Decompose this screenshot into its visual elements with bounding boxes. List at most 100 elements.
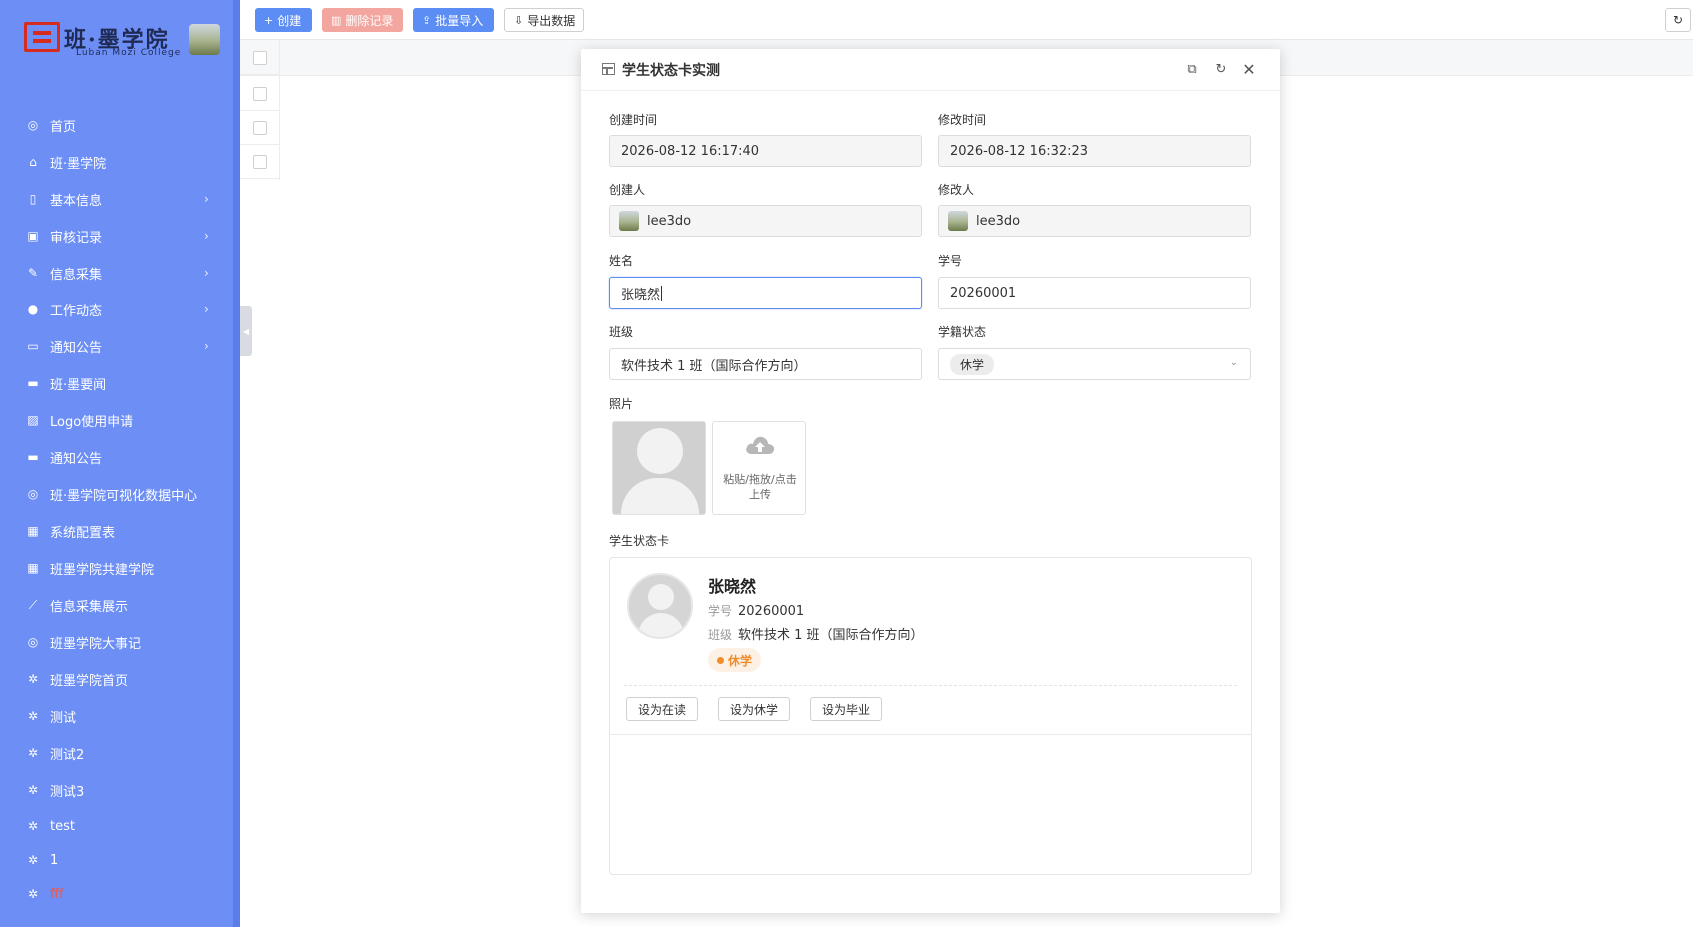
sidebar-item-label: 班·墨要闻 bbox=[50, 377, 107, 393]
select-all-checkbox[interactable] bbox=[253, 51, 267, 65]
bug-icon: ✲ bbox=[27, 819, 39, 833]
sidebar-item[interactable]: ▣ 审核记录 › bbox=[0, 219, 233, 253]
row-checkbox[interactable] bbox=[253, 121, 267, 135]
chevron-right-icon: › bbox=[204, 229, 209, 243]
avatar bbox=[627, 573, 693, 639]
name-input[interactable]: 张晓然 bbox=[609, 277, 922, 309]
set-suspended-button[interactable]: 设为休学 bbox=[718, 697, 790, 721]
image-check-icon: ▨ bbox=[27, 413, 39, 427]
sidebar-item-label: 信息采集 bbox=[50, 267, 103, 283]
sidebar-item-label: test bbox=[50, 818, 75, 834]
sidebar-item-label: 班·墨学院 bbox=[50, 156, 107, 172]
updated-at-field: 2026-08-12 16:32:23 bbox=[938, 135, 1251, 167]
delete-button[interactable]: ▥ 删除记录 bbox=[322, 8, 403, 32]
class-label: 班级 bbox=[609, 325, 634, 339]
sidebar-item[interactable]: ▬ 通知公告 bbox=[0, 440, 233, 474]
status-badge: 休学 bbox=[708, 648, 762, 672]
open-external-icon[interactable]: ⧉ bbox=[1182, 59, 1202, 79]
sidebar-item-label: 班墨学院共建学院 bbox=[50, 562, 155, 578]
sidebar-item[interactable]: ✲ 测试3 bbox=[0, 773, 233, 807]
sidebar-item[interactable]: ✎ 信息采集 › bbox=[0, 256, 233, 290]
bug-icon: ✲ bbox=[27, 783, 39, 797]
sidebar-item[interactable]: ✲ 测试2 bbox=[0, 736, 233, 770]
modifier-field: lee3do bbox=[938, 205, 1251, 237]
class-input[interactable]: 软件技术 1 班（国际合作方向） bbox=[609, 348, 922, 380]
sidebar-item-label: Logo使用申请 bbox=[50, 414, 134, 430]
sidebar-item[interactable]: ▭ 通知公告 › bbox=[0, 329, 233, 363]
sidebar: 班·墨学院 Luban Mozi College ◎ 首页 ⌂ 班·墨学院 ▯ 基本信息 ›… bbox=[0, 0, 240, 927]
sidebar-item[interactable]: ⟋ 信息采集展示 bbox=[0, 588, 233, 622]
logo-mark-icon bbox=[24, 22, 60, 52]
import-button[interactable]: ⇪ 批量导入 bbox=[413, 8, 494, 32]
chat-icon: ▬ bbox=[27, 450, 39, 464]
sidebar-item-label: 系统配置表 bbox=[50, 525, 116, 541]
chevron-right-icon: › bbox=[204, 192, 209, 206]
refresh-icon[interactable]: ↻ bbox=[1211, 59, 1231, 79]
chevron-down-icon: ⌄ bbox=[1229, 357, 1238, 368]
sidebar-item-label: 信息采集展示 bbox=[50, 599, 129, 615]
upload-circle-icon: ● bbox=[27, 302, 39, 316]
row-checkbox[interactable] bbox=[253, 155, 267, 169]
student-id-label: 学号 bbox=[938, 254, 963, 268]
creator-value: lee3do bbox=[647, 213, 692, 229]
person-placeholder-icon bbox=[637, 428, 683, 474]
table-icon: ▦ bbox=[27, 561, 39, 575]
photo-thumbnail[interactable] bbox=[612, 421, 706, 515]
sidebar-item-label: 首页 bbox=[50, 119, 77, 135]
modal-header: 学生状态卡实测 ⧉ ↻ ✕ bbox=[581, 49, 1280, 91]
sidebar-item[interactable]: ▦ 班墨学院共建学院 bbox=[0, 551, 233, 585]
sidebar-item[interactable]: ● 工作动态 › bbox=[0, 292, 233, 326]
close-icon[interactable]: ✕ bbox=[1239, 59, 1259, 79]
created-at-field: 2026-08-12 16:17:40 bbox=[609, 135, 922, 167]
sidebar-item-label: 1 bbox=[50, 852, 59, 868]
status-select[interactable]: 休学 ⌄ bbox=[938, 348, 1251, 380]
globe-icon: ◎ bbox=[27, 635, 39, 649]
book-icon: ▯ bbox=[29, 192, 37, 206]
user-avatar[interactable] bbox=[189, 24, 220, 55]
sidebar-item[interactable]: ✲ 测试 bbox=[0, 699, 233, 733]
sidebar-item[interactable]: ✲ 班墨学院首页 bbox=[0, 662, 233, 696]
sidebar-item[interactable]: ▯ 基本信息 › bbox=[0, 182, 233, 216]
name-value: 张晓然 bbox=[621, 287, 661, 303]
sidebar-item-label: 通知公告 bbox=[50, 340, 103, 356]
sidebar-item[interactable]: ▦ 系统配置表 bbox=[0, 514, 233, 548]
sidebar-scrollbar[interactable] bbox=[233, 0, 240, 927]
sidebar-item[interactable]: ✲ test bbox=[0, 809, 233, 843]
sidebar-item[interactable]: ▨ Logo使用申请 bbox=[0, 403, 233, 437]
sidebar-item[interactable]: ◎ 班墨学院大事记 bbox=[0, 625, 233, 659]
sidebar-item[interactable]: ▬ 班·墨要闻 bbox=[0, 366, 233, 400]
set-active-button[interactable]: 设为在读 bbox=[626, 697, 698, 721]
student-id-input[interactable]: 20260001 bbox=[938, 277, 1251, 309]
sidebar-item[interactable]: ◎ 首页 bbox=[0, 108, 233, 142]
create-button[interactable]: + 创建 bbox=[255, 8, 312, 32]
sidebar-item[interactable]: ✲ fff bbox=[0, 877, 233, 911]
card-student-name: 张晓然 bbox=[708, 577, 757, 596]
creator-label: 创建人 bbox=[609, 183, 646, 197]
plus-icon: + bbox=[264, 13, 274, 27]
name-label: 姓名 bbox=[609, 254, 634, 268]
chat-icon: ▬ bbox=[27, 376, 39, 390]
sidebar-item[interactable]: ⌂ 班·墨学院 bbox=[0, 145, 233, 179]
status-label: 学籍状态 bbox=[938, 325, 987, 339]
sidebar-collapse-handle[interactable]: ◀ bbox=[240, 306, 252, 356]
modifier-label: 修改人 bbox=[938, 183, 975, 197]
sidebar-item-label: 班墨学院大事记 bbox=[50, 636, 142, 652]
home-icon: ⌂ bbox=[29, 155, 37, 169]
cloud-upload-icon bbox=[746, 436, 775, 454]
table-icon: ▦ bbox=[27, 524, 39, 538]
sidebar-item[interactable]: ◎ 班·墨学院可视化数据中心 bbox=[0, 477, 233, 511]
row-checkbox[interactable] bbox=[253, 87, 267, 101]
card-student-id: 学号 20260001 bbox=[708, 604, 805, 619]
refresh-icon[interactable]: ↻ bbox=[1665, 8, 1691, 32]
sidebar-item-label: 基本信息 bbox=[50, 193, 103, 209]
photo-upload-dropzone[interactable]: 粘贴/拖放/点击 上传 bbox=[712, 421, 806, 515]
export-button[interactable]: ⇩ 导出数据 bbox=[504, 8, 584, 32]
import-button-label: 批量导入 bbox=[435, 13, 484, 28]
sidebar-item[interactable]: ✲ 1 bbox=[0, 843, 233, 877]
created-at-value: 2026-08-12 16:17:40 bbox=[621, 143, 760, 159]
upload-hint: 粘贴/拖放/点击 上传 bbox=[723, 473, 797, 501]
set-graduated-button[interactable]: 设为毕业 bbox=[810, 697, 882, 721]
globe-icon: ◎ bbox=[27, 487, 39, 501]
bug-icon: ✲ bbox=[27, 709, 39, 723]
logo[interactable]: 班·墨学院 Luban Mozi College bbox=[24, 18, 220, 62]
